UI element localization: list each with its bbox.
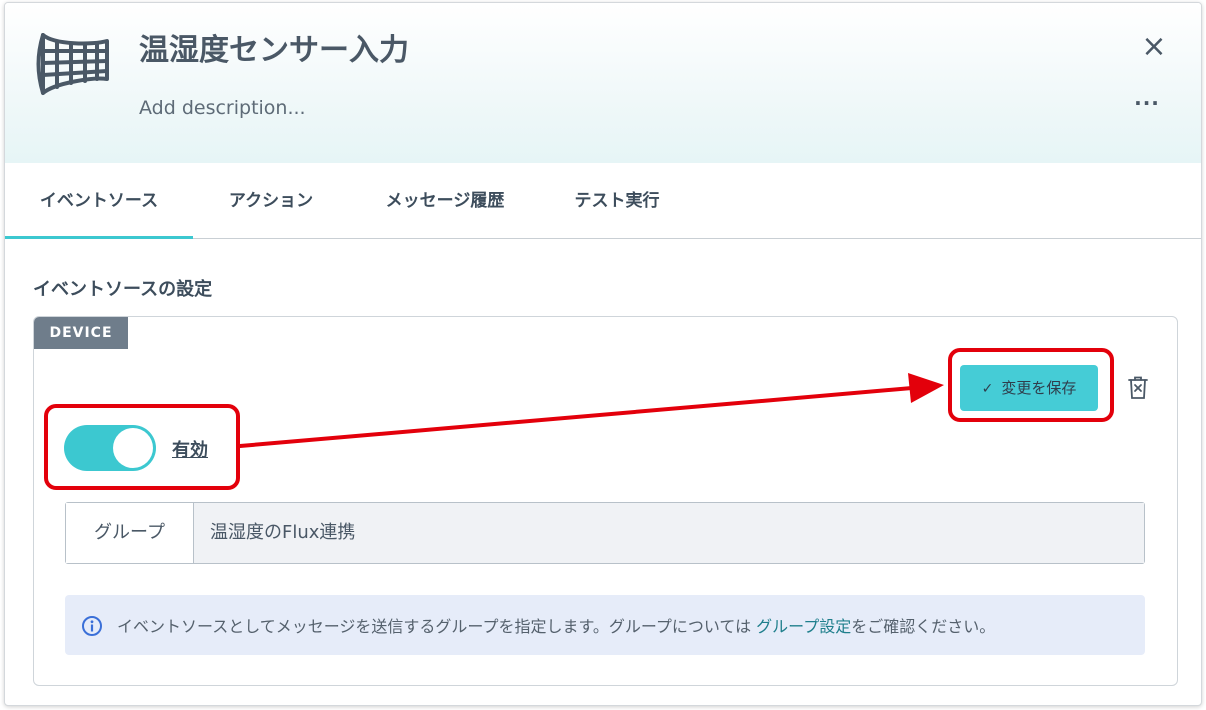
- group-settings-link[interactable]: グループ設定: [756, 617, 851, 636]
- info-text: イベントソースとしてメッセージを送信するグループを指定します。グループについては…: [117, 613, 995, 637]
- info-text-after: をご確認ください。: [851, 617, 996, 636]
- info-text-before: イベントソースとしてメッセージを送信するグループを指定します。グループについては: [117, 617, 757, 636]
- annotation-box-toggle: [44, 404, 240, 490]
- page-title[interactable]: 温湿度センサー入力: [139, 25, 409, 69]
- description-field[interactable]: Add description...: [139, 97, 306, 119]
- group-input[interactable]: 温湿度のFlux連携: [194, 503, 1144, 563]
- dialog-header: 温湿度センサー入力 Add description... × ···: [5, 3, 1201, 163]
- close-icon[interactable]: ×: [1138, 31, 1170, 63]
- trash-icon[interactable]: [1126, 375, 1150, 401]
- info-message: イベントソースとしてメッセージを送信するグループを指定します。グループについては…: [65, 595, 1145, 655]
- device-badge: DEVICE: [34, 317, 128, 349]
- tab-test-run[interactable]: テスト実行: [553, 163, 681, 239]
- group-field-label: グループ: [66, 503, 194, 563]
- tab-event-source[interactable]: イベントソース: [5, 163, 193, 239]
- section-title: イベントソースの設定: [33, 279, 213, 300]
- group-field: グループ 温湿度のFlux連携: [65, 502, 1145, 564]
- net-icon: [36, 33, 109, 95]
- tab-message-history[interactable]: メッセージ履歴: [365, 163, 525, 239]
- tab-bar: イベントソース アクション メッセージ履歴 テスト実行: [5, 163, 1201, 239]
- more-options-icon[interactable]: ···: [1131, 91, 1163, 115]
- info-icon: [82, 616, 102, 636]
- annotation-box-save: [948, 348, 1114, 422]
- tab-actions[interactable]: アクション: [205, 163, 337, 239]
